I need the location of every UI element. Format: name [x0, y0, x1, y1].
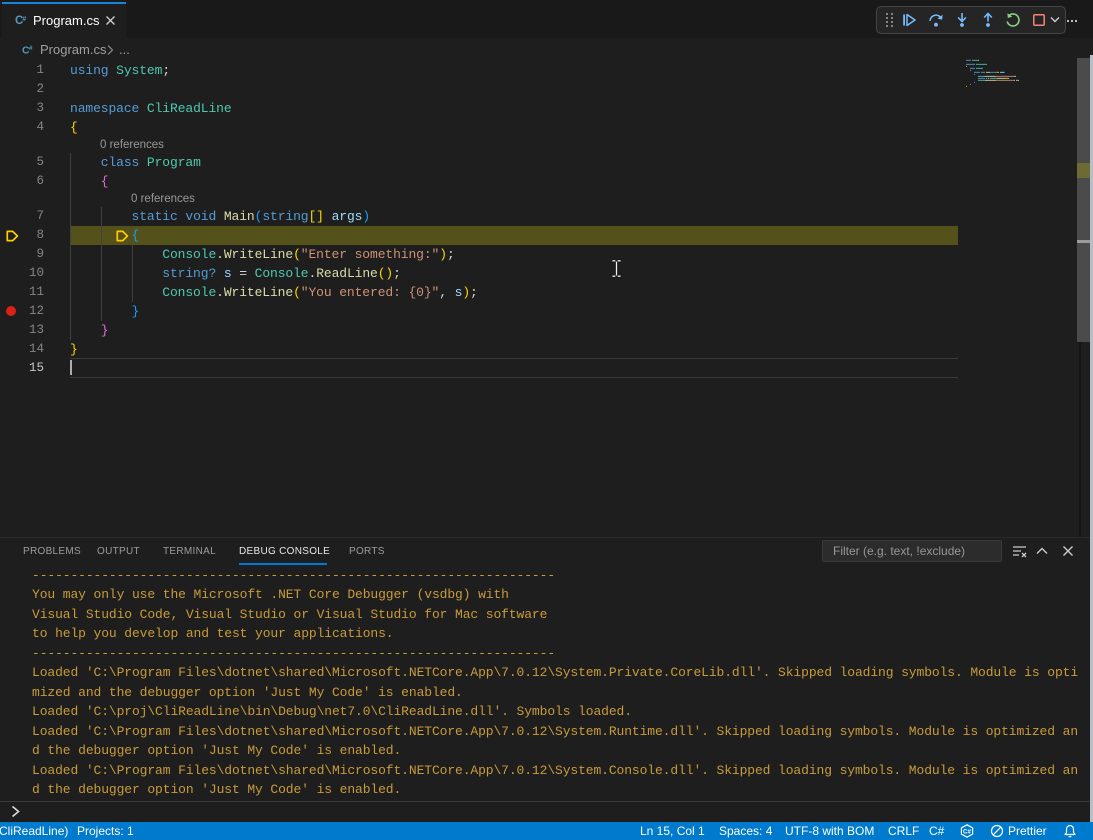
svg-text:C#: C# — [963, 828, 971, 835]
